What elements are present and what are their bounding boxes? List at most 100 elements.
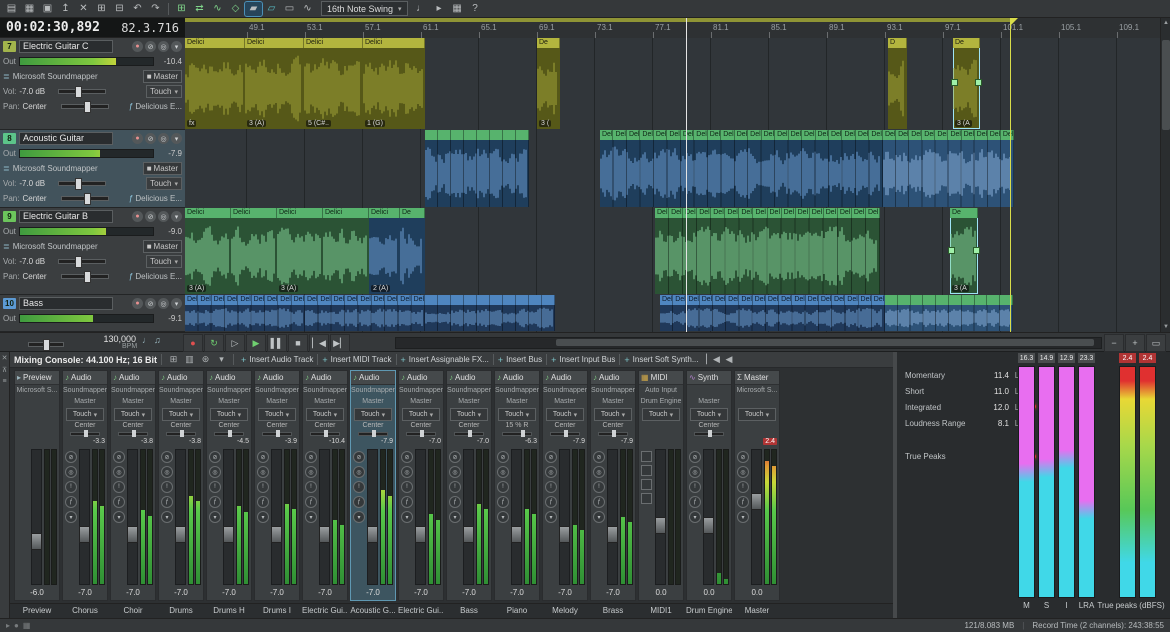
audio-clip[interactable]: De3 ( [537, 38, 560, 129]
copy-icon[interactable]: ⊞ [93, 2, 110, 16]
stop-button[interactable]: ■ [288, 334, 308, 352]
ripple-edit-icon[interactable]: ⇄ [191, 2, 208, 16]
channel-menu-icon[interactable]: ▾ [65, 511, 77, 523]
fader-thumb[interactable] [607, 526, 618, 543]
channel-mute-icon[interactable]: ⊘ [305, 451, 317, 463]
close-dock-icon[interactable]: ✕ [2, 354, 8, 362]
channel-menu-icon[interactable]: ▾ [737, 511, 749, 523]
clip-handle-left[interactable] [951, 79, 958, 86]
fader-thumb[interactable] [223, 526, 234, 543]
mixer-layout-icon[interactable]: ⊞ [166, 353, 181, 366]
track-menu-icon[interactable]: ▾ [171, 298, 182, 309]
slider-thumb[interactable] [43, 339, 50, 351]
mixer-strip[interactable]: ♪AudioSoundmapperMasterTouch▾Center-7.9⊘… [542, 370, 588, 601]
mixer-strip-name[interactable]: MIDI1 [638, 606, 684, 615]
channel-menu-icon[interactable]: ▾ [593, 511, 605, 523]
channel-invert-icon[interactable]: ! [593, 481, 605, 493]
channel-fx-icon[interactable]: ƒ [161, 496, 173, 508]
lock-envelopes-icon[interactable]: ∿ [209, 2, 226, 16]
channel-menu-icon[interactable]: ▾ [161, 511, 173, 523]
track-menu-icon[interactable]: ▾ [171, 41, 182, 52]
slider-thumb[interactable] [84, 193, 91, 205]
loop-end-marker[interactable] [1010, 18, 1011, 332]
track-name-field[interactable]: Electric Guitar B [19, 210, 113, 223]
midi-option-icon[interactable] [641, 479, 652, 490]
automation-mode-button[interactable]: Touch▾ [402, 408, 440, 421]
volume-fader[interactable] [655, 449, 666, 585]
fader-thumb[interactable] [31, 533, 42, 550]
track-header[interactable]: 8Acoustic Guitar●⊘◎▾Out-7.9≣Microsoft So… [0, 130, 185, 208]
envelope-tool-icon[interactable]: ∿ [299, 2, 316, 16]
pan-control[interactable]: 15 % R [495, 422, 539, 438]
channel-solo-icon[interactable]: ◎ [401, 466, 413, 478]
pan-thumb[interactable] [84, 430, 88, 437]
pan-control[interactable]: Center [255, 422, 299, 438]
channel-fx-icon[interactable]: ƒ [545, 496, 557, 508]
fader-thumb[interactable] [79, 526, 90, 543]
playhead-cursor[interactable] [686, 18, 687, 332]
automation-mode-button[interactable]: Touch▾ [162, 408, 200, 421]
channel-mute-icon[interactable]: ⊘ [497, 451, 509, 463]
channel-menu-icon[interactable]: ▾ [113, 511, 125, 523]
channel-fx-icon[interactable]: ƒ [497, 496, 509, 508]
channel-solo-icon[interactable]: ◎ [353, 466, 365, 478]
mixer-strip-name[interactable]: Bass [446, 606, 492, 615]
pan-control[interactable]: Center [111, 422, 155, 438]
automation-mode-button[interactable]: Touch▾ [146, 177, 182, 190]
automation-mode-button[interactable]: Touch▾ [210, 408, 248, 421]
help-icon[interactable]: ? [467, 2, 484, 16]
channel-fx-icon[interactable]: ƒ [209, 496, 221, 508]
insert-button[interactable]: +Insert MIDI Track [319, 353, 394, 366]
audio-clip[interactable]: D [888, 38, 907, 129]
audio-clip[interactable]: Delici3 (A) [245, 38, 304, 129]
automation-mode-button[interactable]: Touch▾ [146, 85, 182, 98]
audio-clip[interactable]: De3 (A [953, 38, 980, 129]
fader-thumb[interactable] [751, 493, 762, 510]
channel-menu-icon[interactable]: ▾ [689, 511, 701, 523]
slider-thumb[interactable] [84, 101, 91, 113]
track-solo-icon[interactable]: ◎ [158, 41, 169, 52]
fader-thumb[interactable] [511, 526, 522, 543]
channel-mute-icon[interactable]: ⊘ [689, 451, 701, 463]
redo-icon[interactable]: ↷ [147, 2, 164, 16]
time-signature-icon[interactable]: ♫ [154, 335, 161, 345]
audio-clip[interactable]: DelDelDelDelDelDelDelDelDelDelDelDelDelD… [600, 130, 883, 207]
bus-button[interactable]: ■Master [143, 240, 182, 253]
audio-clip[interactable]: DeliciDeliciDeliciDeliciDeliciDeliciDeli… [185, 295, 305, 331]
insert-button[interactable]: +Insert Input Bus [548, 353, 618, 366]
scrollbar-thumb[interactable] [556, 339, 1094, 346]
track-height-slider[interactable] [28, 342, 64, 347]
audio-clip[interactable]: DelDelDelDelDelDelDelDelDelDelDelDelDelD… [655, 208, 880, 294]
volume-fader[interactable] [703, 449, 714, 585]
channel-invert-icon[interactable]: ! [353, 481, 365, 493]
volume-fader[interactable] [175, 449, 186, 585]
fader-thumb[interactable] [367, 526, 378, 543]
channel-fx-icon[interactable]: ƒ [593, 496, 605, 508]
channel-solo-icon[interactable]: ◎ [545, 466, 557, 478]
volume-fader[interactable] [415, 449, 426, 585]
metronome-icon[interactable]: ♩ [142, 335, 151, 345]
track-mute-icon[interactable]: ⊘ [145, 211, 156, 222]
channel-mute-icon[interactable]: ⊘ [545, 451, 557, 463]
track-mute-icon[interactable]: ⊘ [145, 298, 156, 309]
channel-invert-icon[interactable]: ! [161, 481, 173, 493]
channel-menu-icon[interactable]: ▾ [257, 511, 269, 523]
channel-invert-icon[interactable]: ! [257, 481, 269, 493]
pan-thumb[interactable] [521, 430, 525, 437]
channel-fx-icon[interactable]: ƒ [353, 496, 365, 508]
channel-menu-icon[interactable]: ▾ [353, 511, 365, 523]
slider-thumb[interactable] [75, 178, 82, 190]
channel-fx-icon[interactable]: ƒ [737, 496, 749, 508]
track-mute-icon[interactable]: ⊘ [145, 133, 156, 144]
clip-handle-right[interactable] [975, 79, 982, 86]
zoom-in-icon[interactable]: + [1125, 334, 1145, 352]
automation-mode-button[interactable]: Touch▾ [258, 408, 296, 421]
channel-menu-icon[interactable]: ▾ [497, 511, 509, 523]
channel-mute-icon[interactable]: ⊘ [209, 451, 221, 463]
track-name-field[interactable]: Electric Guitar C [19, 40, 113, 53]
mixer-strip[interactable]: ♪AudioSoundmapperMasterTouch▾Center-3.8⊘… [158, 370, 204, 601]
channel-fx-icon[interactable]: ƒ [449, 496, 461, 508]
volume-fader[interactable] [559, 449, 570, 585]
undo-icon[interactable]: ↶ [129, 2, 146, 16]
go-to-end-button[interactable]: ▶▏ [330, 334, 350, 352]
